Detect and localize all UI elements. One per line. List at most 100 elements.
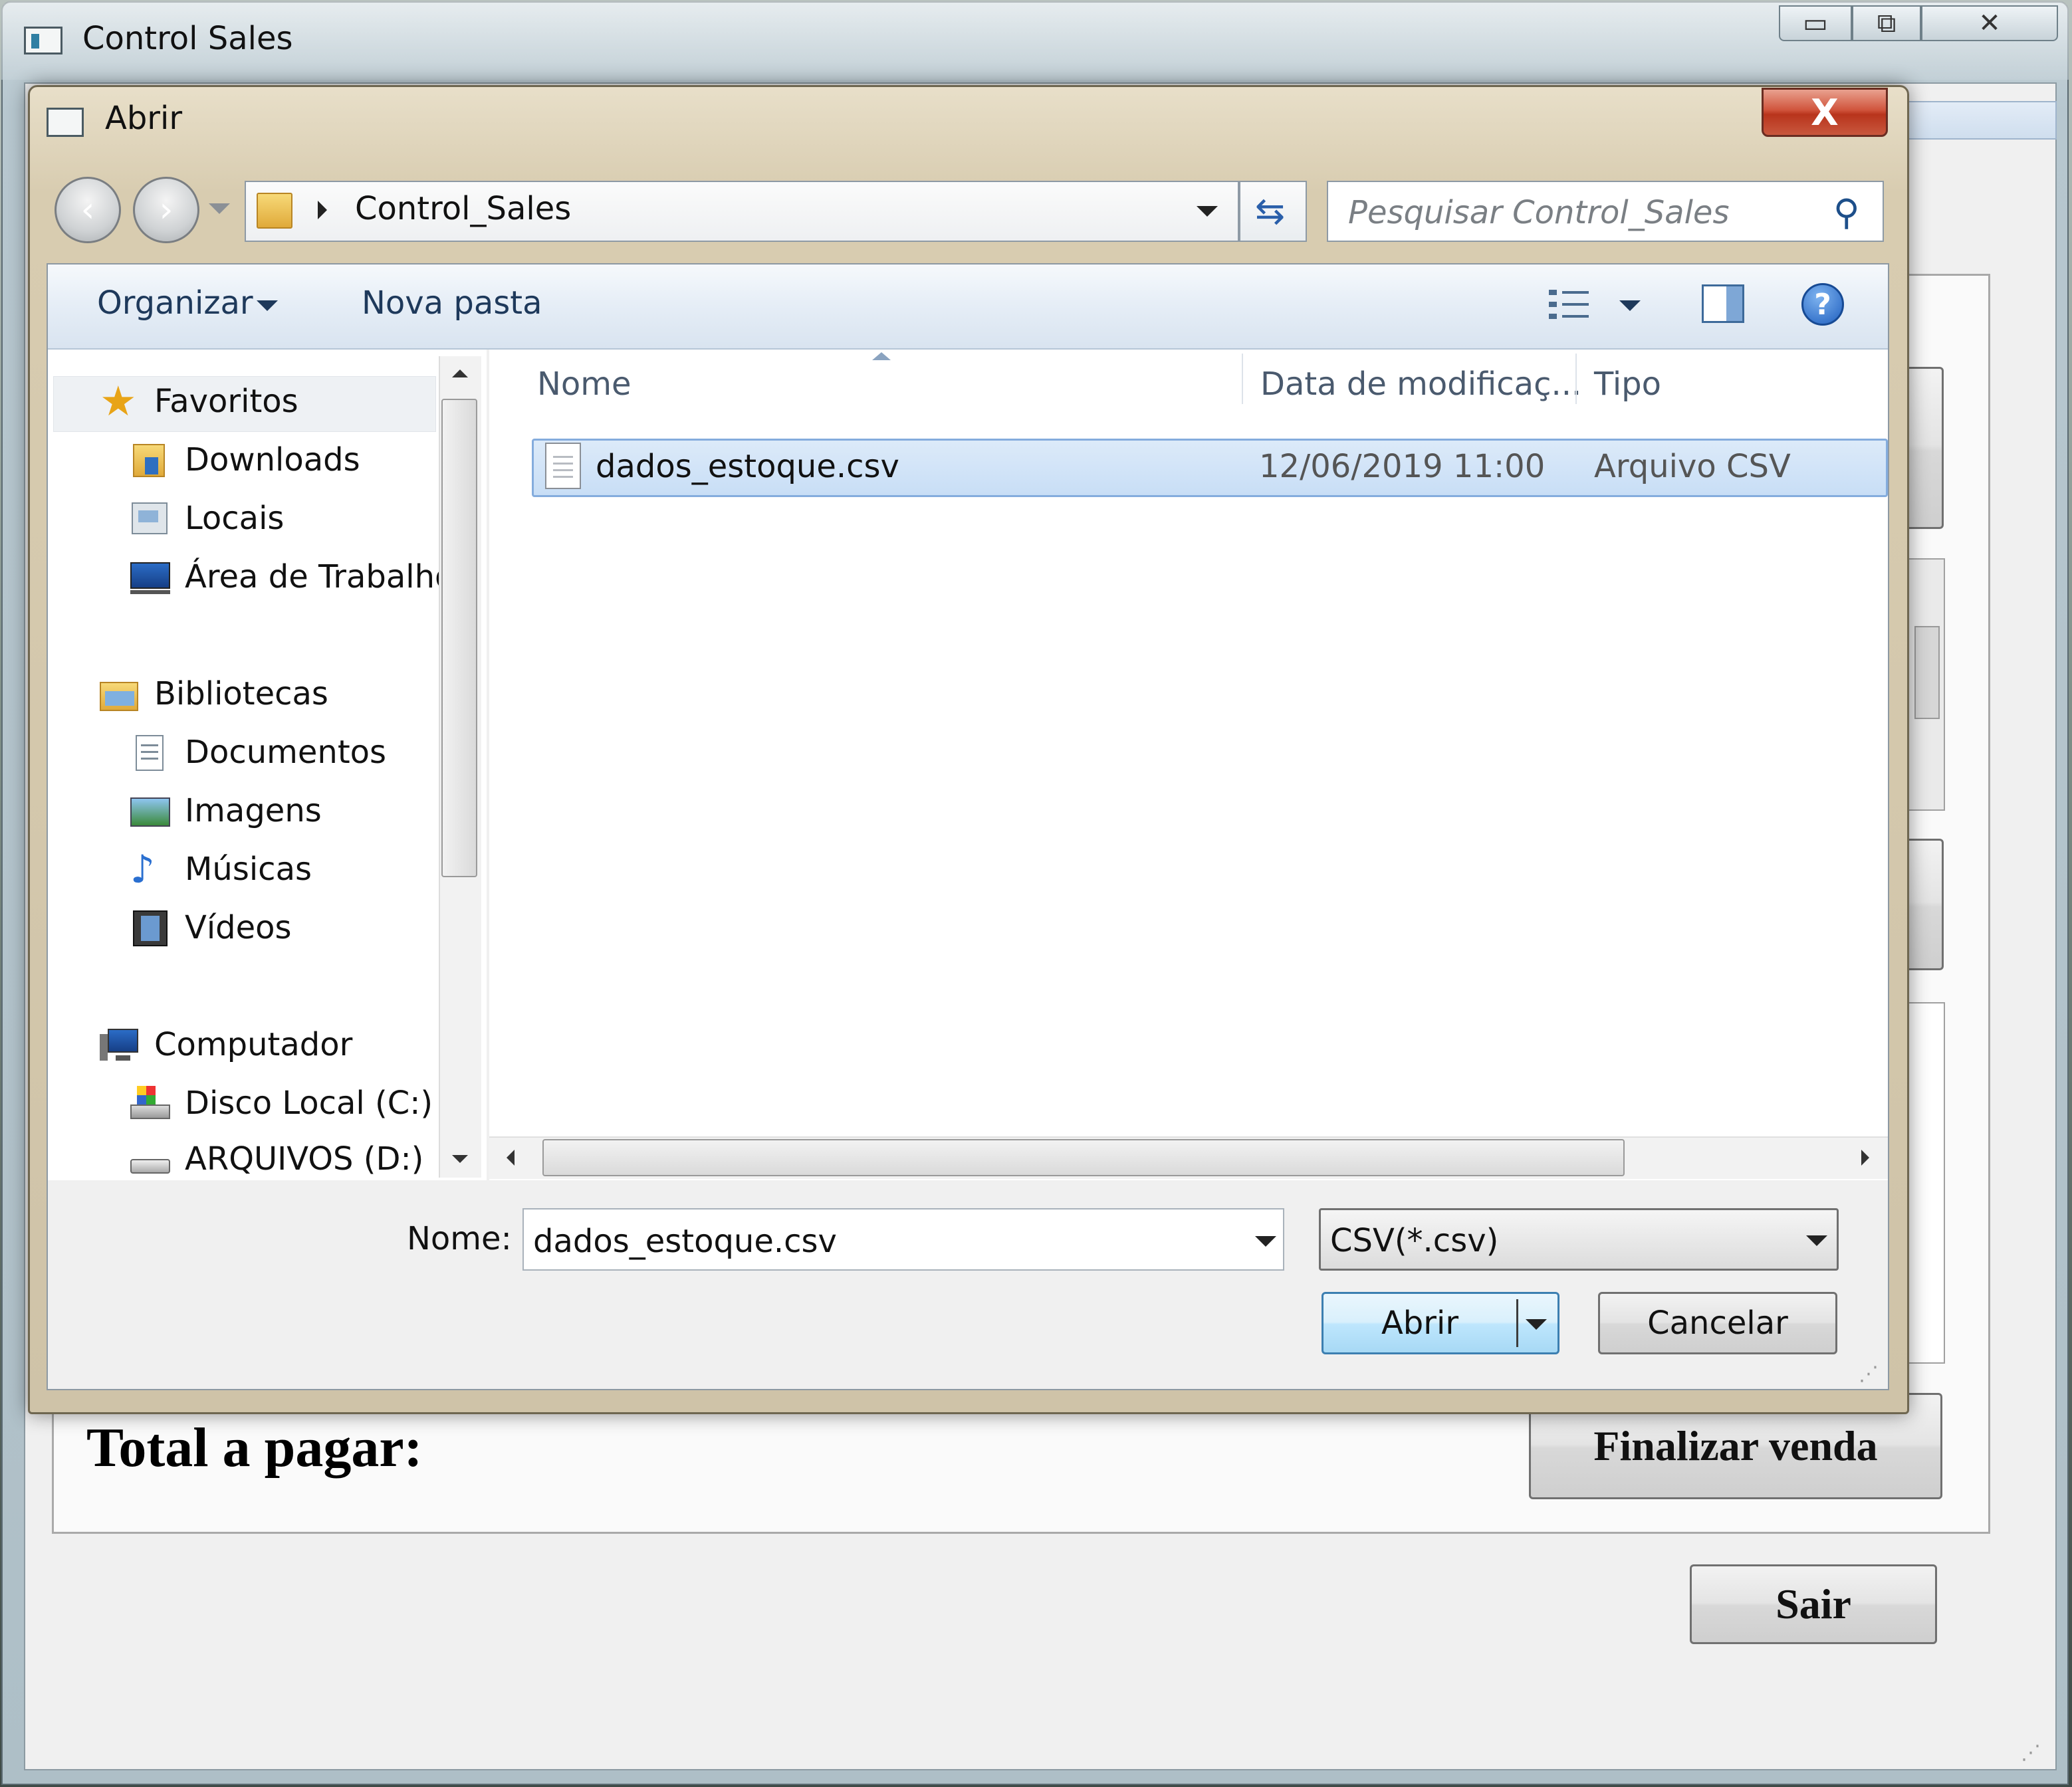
pictures-icon <box>130 792 170 829</box>
nav-item-label: Downloads <box>185 441 360 478</box>
column-separator[interactable] <box>1575 354 1577 404</box>
filename-combobox[interactable]: dados_estoque.csv <box>522 1208 1284 1271</box>
background-tab[interactable] <box>1901 101 2057 140</box>
column-separator[interactable] <box>1242 354 1243 404</box>
search-placeholder: Pesquisar Control_Sales <box>1348 194 1730 231</box>
preview-pane-icon[interactable] <box>1702 284 1744 323</box>
column-header-type[interactable]: Tipo <box>1594 366 1661 403</box>
help-icon[interactable]: ? <box>1801 283 1844 326</box>
nav-item-label: Documentos <box>185 734 387 771</box>
breadcrumb-chevron-icon[interactable] <box>318 201 327 219</box>
sort-ascending-icon <box>872 352 891 360</box>
filename-dropdown-arrow-icon[interactable] <box>1255 1236 1276 1247</box>
nav-item-drive-d[interactable]: ARQUIVOS (D:) <box>130 1140 423 1178</box>
address-dropdown-arrow-icon[interactable] <box>1197 206 1218 217</box>
search-input[interactable]: Pesquisar Control_Sales ⚲ <box>1327 181 1884 242</box>
libraries-icon <box>100 675 140 712</box>
computer-icon <box>100 1026 140 1063</box>
forward-arrow-icon: › <box>159 190 173 230</box>
maximize-button[interactable]: ⧉ <box>1852 5 1921 41</box>
file-name-cell[interactable]: dados_estoque.csv <box>596 448 899 485</box>
filter-dropdown-arrow-icon[interactable] <box>1806 1235 1827 1246</box>
nav-favorites-label: Favoritos <box>154 383 298 420</box>
csv-file-icon <box>545 443 581 489</box>
open-button[interactable]: Abrir <box>1324 1294 1516 1352</box>
file-type-filter[interactable]: CSV(*.csv) <box>1319 1208 1839 1271</box>
nav-computer[interactable]: Computador <box>100 1026 352 1063</box>
nav-item-music[interactable]: ♪ Músicas <box>130 847 312 892</box>
nav-item-local-disk[interactable]: Disco Local (C:) <box>130 1085 433 1122</box>
filename-value[interactable]: dados_estoque.csv <box>533 1223 837 1260</box>
back-button[interactable]: ‹ <box>55 177 121 243</box>
refresh-button[interactable]: ⇆ <box>1239 181 1307 242</box>
nav-item-label: Locais <box>185 500 285 537</box>
column-header-name[interactable]: Nome <box>537 366 632 403</box>
star-icon: ★ <box>100 377 137 425</box>
nav-libraries-label: Bibliotecas <box>154 675 328 712</box>
search-icon[interactable]: ⚲ <box>1833 191 1860 233</box>
file-date-cell: 12/06/2019 11:00 <box>1259 448 1546 485</box>
nav-item-documents[interactable]: Documentos <box>130 734 386 771</box>
recent-places-icon <box>130 500 170 537</box>
videos-icon <box>130 909 170 946</box>
back-arrow-icon: ‹ <box>80 190 95 230</box>
documents-icon <box>130 734 170 771</box>
file-type-cell: Arquivo CSV <box>1594 448 1791 485</box>
file-type-filter-value: CSV(*.csv) <box>1330 1222 1499 1259</box>
app-icon <box>47 108 84 137</box>
nav-scroll-thumb[interactable] <box>441 399 477 877</box>
open-split-button[interactable]: Abrir <box>1322 1292 1559 1354</box>
main-close-button[interactable]: ✕ <box>1921 5 2058 41</box>
minimize-button[interactable]: ▭ <box>1779 5 1852 41</box>
recent-locations-dropdown[interactable] <box>209 203 230 214</box>
view-dropdown-arrow-icon[interactable] <box>1619 300 1641 311</box>
nav-item-label: ARQUIVOS (D:) <box>185 1140 424 1178</box>
nav-item-downloads[interactable]: Downloads <box>130 441 360 478</box>
main-window-title: Control Sales <box>82 20 293 57</box>
nav-item-pictures[interactable]: Imagens <box>130 792 322 829</box>
main-resize-grip[interactable]: ⋰ <box>2021 1741 2041 1764</box>
nav-item-label: Área de Trabalho <box>185 558 455 595</box>
view-list-icon[interactable] <box>1549 287 1591 322</box>
background-scroll-thumb[interactable] <box>1914 626 1940 719</box>
downloads-folder-icon <box>130 441 170 478</box>
dialog-resize-grip[interactable]: ⋰ <box>1859 1362 1879 1386</box>
folder-icon <box>257 189 294 230</box>
nav-favorites[interactable]: ★ Favoritos <box>100 377 298 425</box>
nav-libraries[interactable]: Bibliotecas <box>100 675 328 712</box>
breadcrumb-control-sales[interactable]: Control_Sales <box>355 190 571 227</box>
music-icon: ♪ <box>130 847 156 892</box>
forward-button[interactable]: › <box>133 177 199 243</box>
nav-item-label: Vídeos <box>185 909 292 946</box>
dialog-close-button[interactable]: X <box>1762 88 1888 137</box>
nav-item-label: Imagens <box>185 792 322 829</box>
scroll-right-arrow-icon[interactable] <box>1861 1150 1869 1166</box>
minimize-icon: ▭ <box>1803 8 1828 39</box>
scroll-down-arrow-icon[interactable] <box>452 1155 468 1163</box>
scroll-left-arrow-icon[interactable] <box>507 1150 515 1166</box>
desktop-icon <box>130 558 170 595</box>
nav-item-label: Músicas <box>185 851 312 888</box>
nav-item-recent-places[interactable]: Locais <box>130 500 284 537</box>
organize-menu[interactable]: Organizar <box>97 284 253 322</box>
exit-button[interactable]: Sair <box>1690 1564 1937 1644</box>
total-to-pay-label: Total a pagar: <box>86 1417 423 1479</box>
organize-dropdown-arrow-icon[interactable] <box>257 300 278 311</box>
background-scrollbar[interactable] <box>1908 558 1945 811</box>
column-header-date[interactable]: Data de modificaç... <box>1260 366 1581 403</box>
scroll-up-arrow-icon[interactable] <box>452 369 468 377</box>
app-icon <box>24 27 62 54</box>
refresh-icon: ⇆ <box>1255 190 1286 232</box>
nav-item-label: Disco Local (C:) <box>185 1085 433 1122</box>
main-titlebar[interactable] <box>1 1 2069 80</box>
command-bar <box>48 264 1888 350</box>
file-scroll-thumb[interactable] <box>542 1139 1625 1176</box>
nav-item-desktop[interactable]: Área de Trabalho <box>130 558 454 595</box>
new-folder-button[interactable]: Nova pasta <box>362 284 542 322</box>
open-options-arrow-icon[interactable] <box>1526 1319 1547 1330</box>
close-icon: ✕ <box>1978 8 2001 39</box>
dialog-title: Abrir <box>105 100 183 137</box>
nav-item-videos[interactable]: Vídeos <box>130 909 292 946</box>
close-icon: X <box>1811 91 1839 134</box>
cancel-button[interactable]: Cancelar <box>1598 1292 1837 1354</box>
